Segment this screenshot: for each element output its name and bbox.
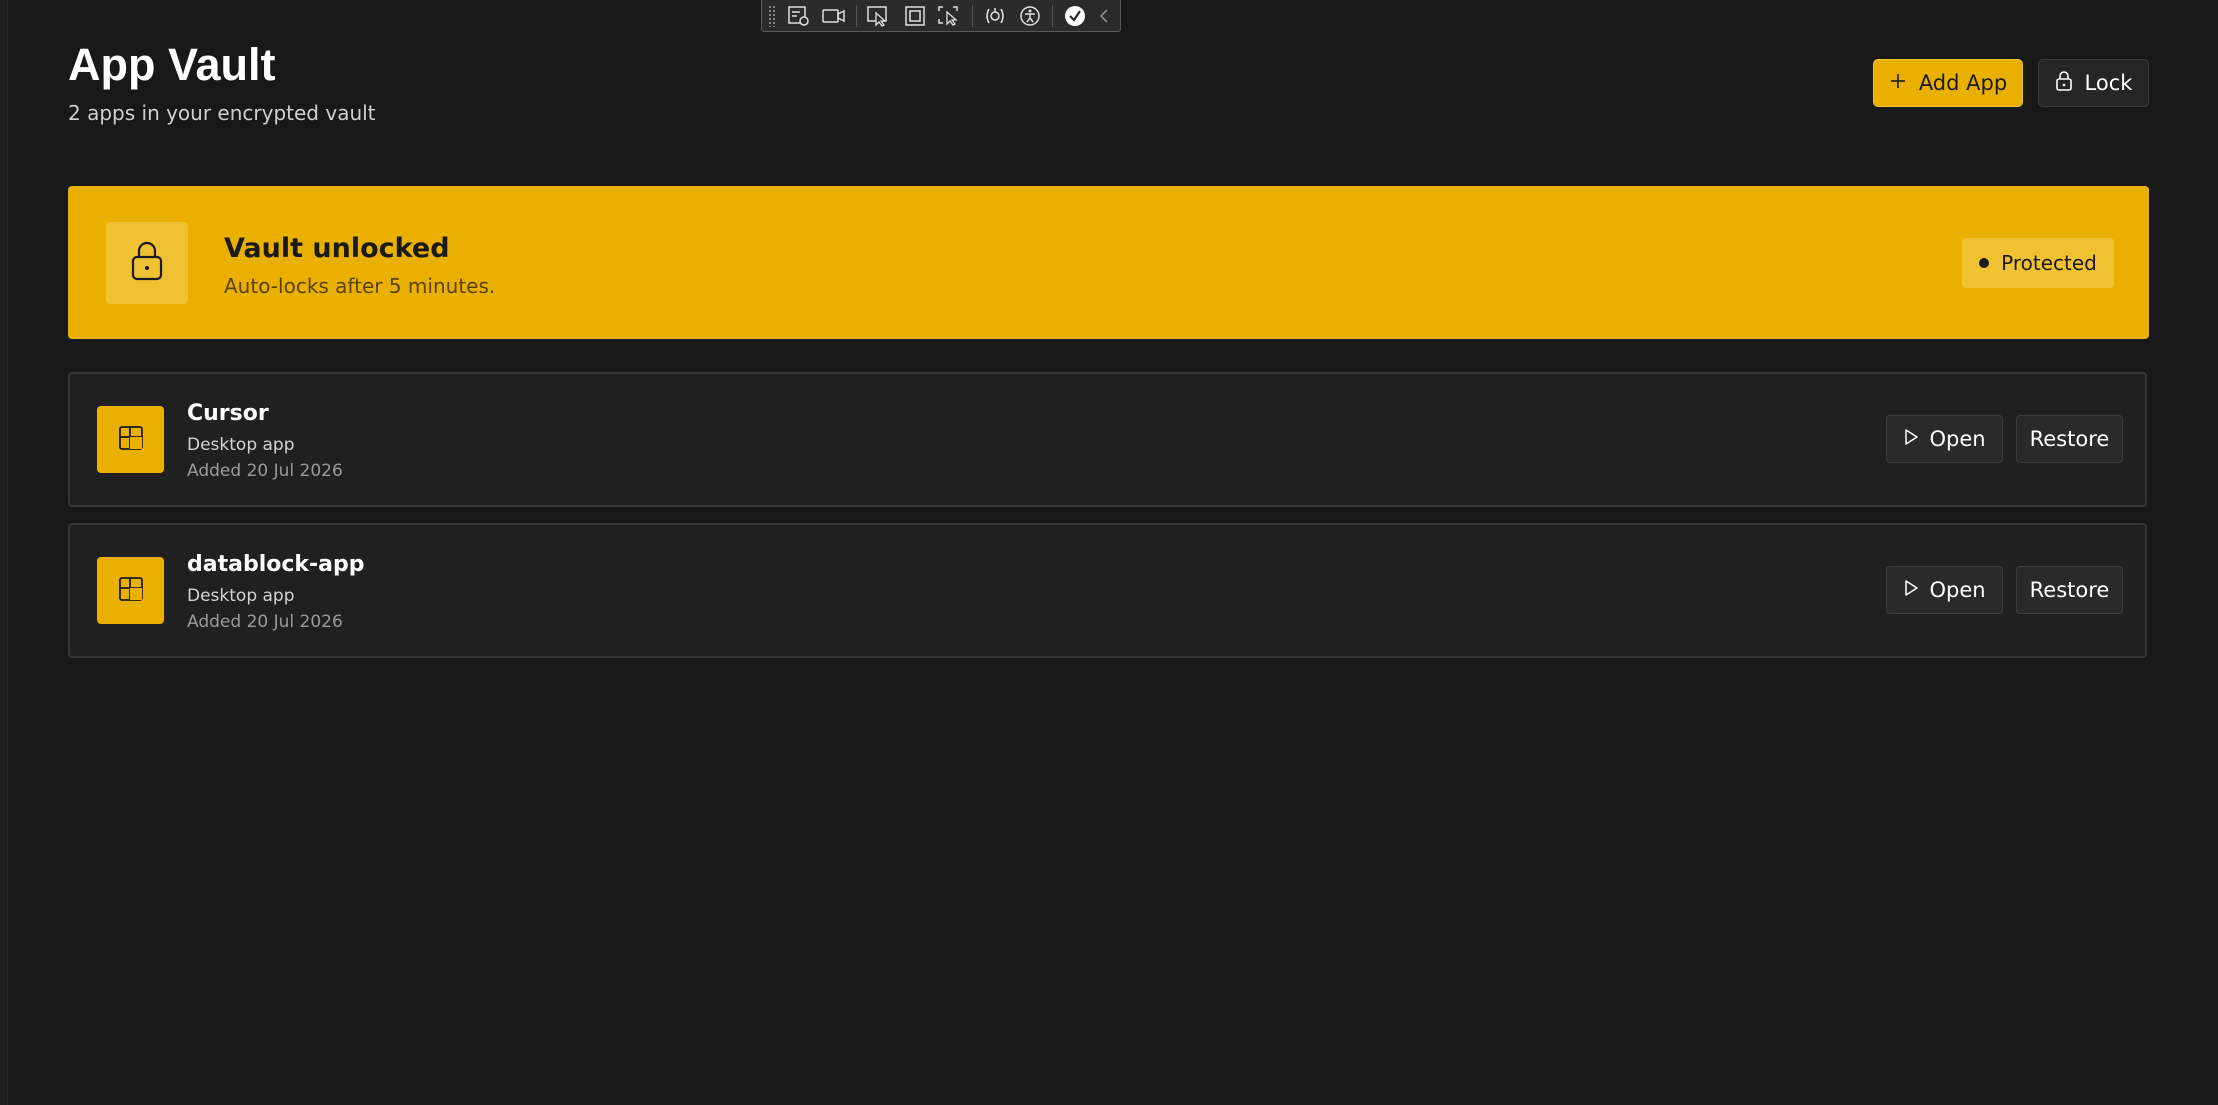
open-label: Open (1929, 578, 1986, 602)
play-icon (1903, 427, 1919, 451)
banner-icon-container (106, 222, 188, 304)
restore-label: Restore (2029, 427, 2110, 451)
lock-button[interactable]: Lock (2038, 59, 2149, 107)
app-icon-container (97, 557, 164, 624)
list-item: Cursor Desktop app Added 20 Jul 2026 Ope… (68, 372, 2147, 507)
play-icon (1903, 578, 1919, 602)
live-visual-tree-icon[interactable] (783, 2, 815, 30)
status-badge-label: Protected (2001, 251, 2097, 275)
banner-title: Vault unlocked (224, 233, 450, 264)
restore-button[interactable]: Restore (2016, 566, 2123, 614)
list-item: datablock-app Desktop app Added 20 Jul 2… (68, 523, 2147, 658)
window-left-edge (0, 0, 8, 1105)
banner-description: Auto-locks after 5 minutes. (224, 274, 496, 298)
restore-button[interactable]: Restore (2016, 415, 2123, 463)
open-label: Open (1929, 427, 1986, 451)
app-added-date: Added 20 Jul 2026 (187, 461, 343, 481)
status-badge: Protected (1962, 238, 2114, 288)
open-button[interactable]: Open (1886, 566, 2003, 614)
lock-icon (2055, 70, 2073, 97)
app-type: Desktop app (187, 586, 295, 606)
page-title: App Vault (68, 39, 276, 90)
plus-icon (1889, 71, 1907, 95)
debug-toolbar (761, 0, 1121, 32)
app-layout-icon (118, 576, 144, 606)
toolbar-separator (1052, 4, 1054, 27)
app-name: datablock-app (187, 552, 365, 577)
collapse-chevron-icon[interactable] (1095, 2, 1114, 30)
app-icon-container (97, 406, 164, 473)
open-button[interactable]: Open (1886, 415, 2003, 463)
video-icon[interactable] (819, 2, 851, 30)
accessibility-icon[interactable] (1015, 2, 1047, 30)
restore-label: Restore (2029, 578, 2110, 602)
add-app-button[interactable]: Add App (1873, 59, 2023, 107)
app-layout-icon (118, 425, 144, 455)
app-type: Desktop app (187, 435, 295, 455)
vault-status-banner: Vault unlocked Auto-locks after 5 minute… (68, 186, 2149, 339)
track-focus-icon[interactable] (934, 2, 966, 30)
page-subtitle: 2 apps in your encrypted vault (68, 101, 376, 125)
toolbar-separator (856, 4, 858, 27)
hot-reload-icon[interactable] (979, 2, 1011, 30)
display-layout-adorners-icon[interactable] (899, 2, 931, 30)
lock-open-icon (130, 240, 164, 286)
select-element-icon[interactable] (863, 2, 895, 30)
toolbar-grip-handle[interactable] (768, 4, 776, 27)
status-dot-icon (1979, 258, 1990, 268)
binding-check-icon[interactable] (1059, 2, 1091, 30)
app-added-date: Added 20 Jul 2026 (187, 612, 343, 632)
lock-label: Lock (2084, 71, 2133, 95)
app-name: Cursor (187, 401, 269, 426)
add-app-label: Add App (1918, 71, 2008, 95)
toolbar-separator (972, 4, 973, 27)
